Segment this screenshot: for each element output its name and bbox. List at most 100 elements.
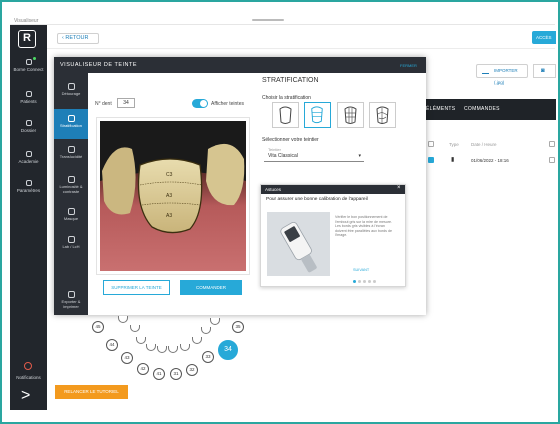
tool-label: Exporter & imprimer: [61, 299, 81, 309]
show-shades-toggle[interactable]: [192, 99, 208, 108]
tooth-number-input[interactable]: 34: [117, 98, 135, 108]
tool-detourage[interactable]: Détourage: [54, 79, 88, 107]
sidebar-item-label: Borne Connect: [13, 67, 44, 72]
table-row[interactable]: ▮ 01/06/2022 - 18:16: [427, 156, 556, 165]
restart-tutorial-button[interactable]: RELANCER LE TUTORIEL: [55, 385, 128, 399]
tooth-custom-zones-icon: [376, 106, 389, 124]
page-dot[interactable]: [358, 280, 361, 283]
modal-title: VISUALISEUR DE TEINTE: [60, 62, 138, 68]
stratification-option-3-zones[interactable]: [304, 102, 331, 128]
tooth-32[interactable]: 32: [186, 364, 198, 376]
academy-icon: [25, 151, 32, 157]
tool-label: Stratification: [59, 123, 82, 128]
tool-translucidite[interactable]: Translucidité: [54, 143, 88, 171]
page-dot[interactable]: [368, 280, 371, 283]
stratification-option-9-zones[interactable]: [337, 102, 364, 128]
tooth-42[interactable]: 42: [137, 363, 149, 375]
notifications-label[interactable]: Notifications: [10, 375, 47, 380]
sidebar-item-academie[interactable]: Academie: [10, 151, 47, 164]
shade-label-incisal: A3: [166, 213, 172, 219]
pipette-icon: [67, 236, 75, 243]
tooth-45[interactable]: 45: [92, 321, 104, 333]
chevron-down-icon: ▾: [358, 153, 361, 159]
access-button[interactable]: ACCÈS: [532, 31, 556, 44]
tool-lab-lch[interactable]: Lab / LcH: [54, 233, 88, 259]
tooth-photo[interactable]: C3 A3 A3: [100, 121, 246, 271]
choose-stratification-label: Choisir la stratification: [262, 95, 311, 101]
shade-guide-select[interactable]: Vita Classical ▾: [264, 150, 364, 162]
row-action-checkbox[interactable]: [549, 141, 555, 147]
back-label: RETOUR: [65, 35, 89, 41]
app-sidebar: R Borne Connect Patients Dossier Academi…: [10, 25, 47, 410]
table-header: Type Date / Heure: [427, 141, 556, 149]
crop-icon: [67, 83, 75, 90]
tool-stratification[interactable]: Stratification: [54, 109, 88, 139]
tooth-44[interactable]: 44: [106, 339, 118, 351]
tooth-9-zones-icon: [344, 106, 357, 124]
tool-label: Translucidité: [59, 154, 83, 159]
sidebar-item-label: Dossier: [20, 128, 37, 133]
tooth-34-selected[interactable]: 34: [218, 340, 238, 360]
page-dot[interactable]: [363, 280, 366, 283]
drag-handle[interactable]: [252, 19, 284, 21]
shade-guide-value: Vita Classical: [268, 153, 298, 159]
page-dot[interactable]: [353, 280, 356, 283]
sidebar-item-dossier[interactable]: Dossier: [10, 120, 47, 133]
next-button[interactable]: SUIVANT: [353, 268, 369, 272]
tool-masque[interactable]: Masque: [54, 205, 88, 231]
tooth-number-label: N° dent: [95, 101, 112, 107]
sidebar-item-label: Academie: [18, 159, 39, 164]
tooth-41[interactable]: 41: [153, 368, 165, 380]
show-shades-label: Afficher teintes: [211, 101, 244, 107]
sidebar-item-parametres[interactable]: Paramètres: [10, 180, 47, 193]
popup-title: Astuces: [265, 187, 282, 192]
tooth-31[interactable]: 31: [170, 368, 182, 380]
popup-body: Vérifier le bon positionnement de l'embo…: [335, 215, 393, 237]
stratification-option-custom[interactable]: [369, 102, 396, 128]
expand-sidebar-button[interactable]: >: [21, 388, 30, 404]
notification-bell-icon[interactable]: [24, 362, 32, 370]
app-logo[interactable]: R: [18, 30, 36, 48]
sidebar-item-patients[interactable]: Patients: [10, 91, 47, 104]
tab-elements[interactable]: ÉLÉMENTS: [426, 106, 455, 112]
row-action-checkbox[interactable]: [549, 157, 555, 163]
row-date: 01/06/2022 - 18:16: [471, 158, 509, 163]
tool-exporter[interactable]: Exporter & imprimer: [54, 291, 88, 317]
import-button[interactable]: IMPORTER (.jpg): [476, 64, 528, 85]
folder-icon: [25, 120, 32, 126]
select-all-checkbox[interactable]: [428, 141, 434, 147]
tooth-33[interactable]: 33: [202, 351, 214, 363]
mask-icon: [67, 208, 75, 215]
popup-message: Pour assurer une bonne calibration de l'…: [266, 197, 368, 202]
download-icon: [482, 68, 489, 74]
export-icon: [67, 291, 75, 298]
window-titlebar: Visualiseur: [10, 17, 555, 25]
camera-icon: ◙: [541, 68, 545, 74]
calibration-device-illustration: [267, 212, 330, 276]
window-title: Visualiseur: [14, 18, 39, 24]
device-icon: [25, 59, 32, 65]
tooth-43[interactable]: 43: [121, 352, 133, 364]
modal-header: VISUALISEUR DE TEINTE FERMER: [54, 57, 426, 73]
camera-button[interactable]: ◙: [533, 64, 556, 78]
close-button[interactable]: FERMER: [400, 63, 417, 68]
delete-shade-button[interactable]: SUPPRIMER LA TEINTE: [103, 280, 170, 295]
tool-label: Masque: [63, 216, 79, 221]
stratification-title: STRATIFICATION: [262, 77, 319, 84]
close-icon[interactable]: ×: [397, 185, 401, 191]
file-type-icon: ▮: [451, 157, 455, 163]
order-button[interactable]: COMMANDER: [180, 280, 242, 295]
shade-label-middle: A3: [166, 193, 172, 199]
sidebar-item-borne-connect[interactable]: Borne Connect: [10, 59, 47, 72]
back-button[interactable]: ‹ RETOUR: [57, 33, 99, 44]
row-checkbox[interactable]: [428, 157, 434, 163]
tab-commandes[interactable]: COMMANDES: [464, 106, 500, 112]
tooth-35[interactable]: 35: [232, 321, 244, 333]
stratification-option-simple[interactable]: [272, 102, 299, 128]
page-dot[interactable]: [373, 280, 376, 283]
brightness-icon: [67, 176, 75, 183]
gear-icon: [25, 180, 32, 186]
column-date: Date / Heure: [471, 142, 497, 147]
tool-label: Lab / LcH: [62, 244, 80, 249]
tool-luminosite[interactable]: Luminosité & contraste: [54, 173, 88, 203]
